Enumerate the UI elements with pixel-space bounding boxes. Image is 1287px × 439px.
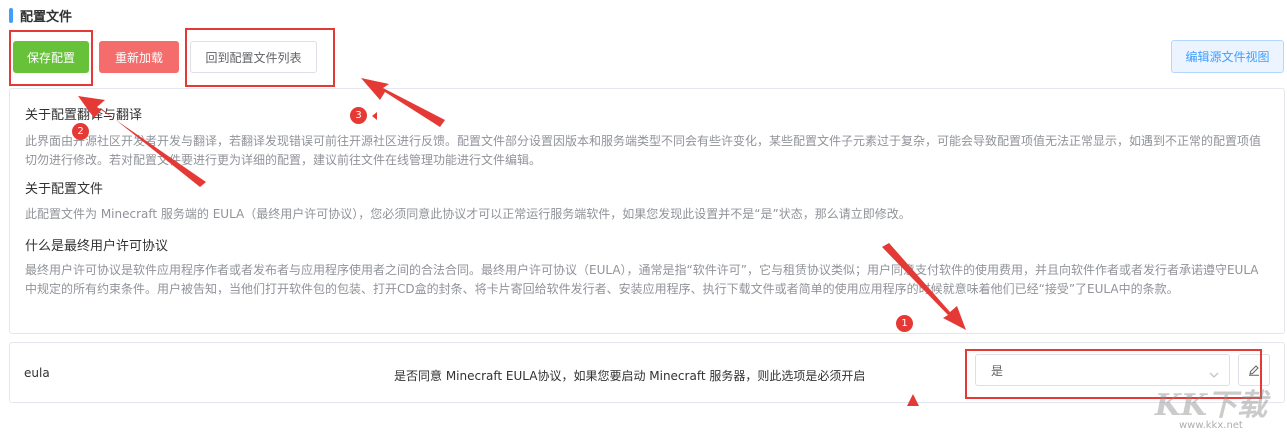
section-title-translation: 关于配置翻译与翻译 xyxy=(25,108,143,123)
site-watermark: KK下载 www.kkx.net xyxy=(1155,380,1267,431)
annotation-badge-3: 3 xyxy=(350,107,367,124)
section-title-config-file: 关于配置文件 xyxy=(25,182,104,197)
highlight-save-button xyxy=(9,30,93,86)
config-file-page: 配置文件 保存配置 重新加载 回到配置文件列表 编辑源文件视图 关于配置翻译与翻… xyxy=(0,0,1287,439)
config-info-panel: 关于配置翻译与翻译 此界面由开源社区开发者开发与翻译，若翻译发现错误可前往开源社… xyxy=(9,88,1285,334)
annotation-badge-2: 2 xyxy=(72,123,89,140)
page-title: 配置文件 xyxy=(20,9,73,25)
section-title-eula: 什么是最终用户许可协议 xyxy=(25,239,169,254)
section-text-translation: 此界面由开源社区开发者开发与翻译，若翻译发现错误可前往开源社区进行反馈。配置文件… xyxy=(25,134,1262,167)
section-text-eula: 最终用户许可协议是软件应用程序作者或者发布者与应用程序使用者之间的合法合同。最终… xyxy=(25,263,1259,296)
annotation-badge-1: 1 xyxy=(896,315,913,332)
eula-key-label: eula xyxy=(24,366,50,380)
title-accent-bar xyxy=(9,7,13,23)
reload-button[interactable]: 重新加载 xyxy=(99,41,179,73)
page-title-bar: 配置文件 xyxy=(9,7,73,25)
highlight-back-button xyxy=(185,28,335,87)
section-text-config-file: 此配置文件为 Minecraft 服务端的 EULA（最终用户许可协议），您必须… xyxy=(25,207,911,221)
edit-source-view-button[interactable]: 编辑源文件视图 xyxy=(1171,40,1284,73)
watermark-logo: KK下载 xyxy=(1154,388,1267,423)
eula-description: 是否同意 Minecraft EULA协议，如果您要启动 Minecraft 服… xyxy=(394,369,866,383)
